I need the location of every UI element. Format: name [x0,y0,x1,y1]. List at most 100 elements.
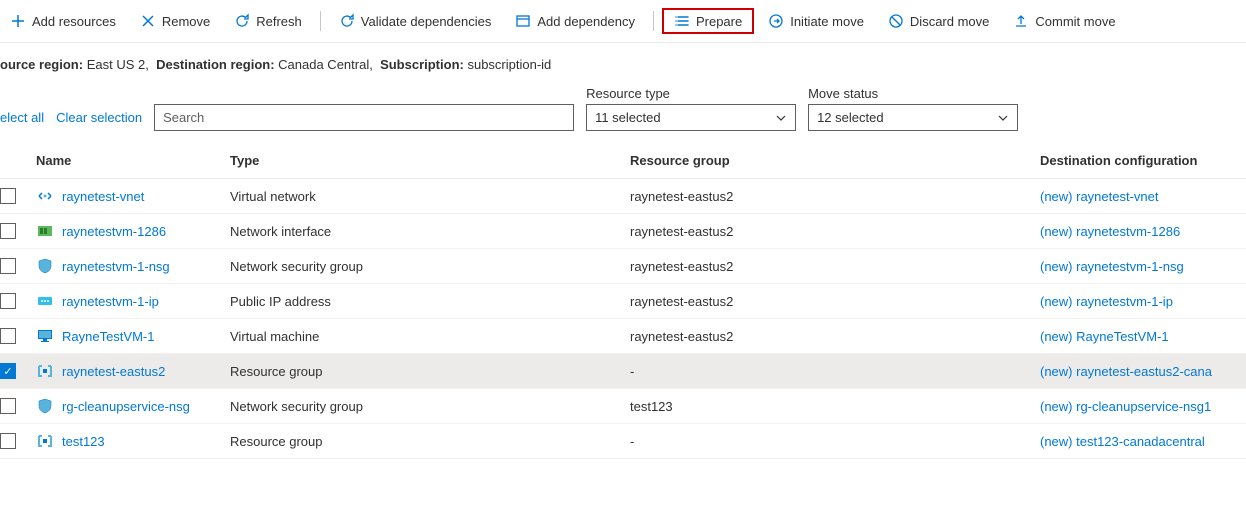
destination-link[interactable]: (new) raynetestvm-1-ip [1040,294,1173,309]
resource-type: Network security group [230,259,630,274]
prepare-label: Prepare [696,14,742,29]
add-dependency-button[interactable]: Add dependency [505,9,645,33]
add-resources-button[interactable]: Add resources [0,9,126,33]
validate-icon [339,13,355,29]
table-row[interactable]: raynetestvm-1-ip Public IP address rayne… [0,284,1246,319]
remove-label: Remove [162,14,210,29]
initiate-move-button[interactable]: Initiate move [758,9,874,33]
resource-type: Network interface [230,224,630,239]
resource-type: Virtual machine [230,329,630,344]
chevron-down-icon [997,112,1009,124]
table-row[interactable]: raynetestvm-1286 Network interface rayne… [0,214,1246,249]
row-checkbox[interactable] [0,188,16,204]
select-all-link[interactable]: elect all [0,110,44,131]
header-dest[interactable]: Destination configuration [1040,153,1246,168]
vnet-icon [36,187,54,205]
rg-icon [36,362,54,380]
add-dependency-label: Add dependency [537,14,635,29]
resource-name-link[interactable]: test123 [62,434,105,449]
resource-name-link[interactable]: RayneTestVM-1 [62,329,154,344]
clear-selection-link[interactable]: Clear selection [56,110,142,131]
x-icon [140,13,156,29]
refresh-button[interactable]: Refresh [224,9,312,33]
dependency-icon [515,13,531,29]
commit-move-button[interactable]: Commit move [1003,9,1125,33]
discard-icon [888,13,904,29]
table-body: raynetest-vnet Virtual network raynetest… [0,179,1246,459]
resource-group: raynetest-eastus2 [630,259,1040,274]
nsg-icon [36,257,54,275]
destination-link[interactable]: (new) raynetestvm-1286 [1040,224,1180,239]
row-checkbox[interactable] [0,433,16,449]
upload-icon [1013,13,1029,29]
resource-type-dropdown[interactable]: 11 selected [586,104,796,131]
destination-link[interactable]: (new) raynetest-eastus2-cana [1040,364,1212,379]
row-checkbox[interactable] [0,293,16,309]
resource-name-link[interactable]: raynetestvm-1-ip [62,294,159,309]
resource-type-value: 11 selected [595,110,661,125]
resource-name-link[interactable]: raynetestvm-1-nsg [62,259,170,274]
destination-link[interactable]: (new) test123-canadacentral [1040,434,1205,449]
source-region-value: East US 2, [87,57,149,72]
resource-type: Network security group [230,399,630,414]
destination-link[interactable]: (new) RayneTestVM-1 [1040,329,1169,344]
discard-move-button[interactable]: Discard move [878,9,999,33]
row-checkbox[interactable] [0,398,16,414]
toolbar-divider [653,11,654,31]
row-checkbox[interactable] [0,363,16,379]
destination-link[interactable]: (new) rg-cleanupservice-nsg1 [1040,399,1211,414]
resource-name-link[interactable]: raynetestvm-1286 [62,224,166,239]
resource-group: - [630,364,1040,379]
table-row[interactable]: raynetest-eastus2 Resource group - (new)… [0,354,1246,389]
prepare-button[interactable]: Prepare [662,8,754,34]
resource-type: Virtual network [230,189,630,204]
nic-icon [36,222,54,240]
row-checkbox[interactable] [0,328,16,344]
chevron-down-icon [775,112,787,124]
source-region-label: ource region: [0,57,83,72]
resource-type-label: Resource type [586,86,796,101]
validate-label: Validate dependencies [361,14,492,29]
arrow-right-circle-icon [768,13,784,29]
row-checkbox[interactable] [0,223,16,239]
destination-link[interactable]: (new) raynetestvm-1-nsg [1040,259,1184,274]
resource-type: Public IP address [230,294,630,309]
table-row[interactable]: RayneTestVM-1 Virtual machine raynetest-… [0,319,1246,354]
header-rg[interactable]: Resource group [630,153,1040,168]
table-row[interactable]: raynetestvm-1-nsg Network security group… [0,249,1246,284]
destination-link[interactable]: (new) raynetest-vnet [1040,189,1159,204]
commit-move-label: Commit move [1035,14,1115,29]
move-status-label: Move status [808,86,1018,101]
list-icon [674,13,690,29]
add-resources-label: Add resources [32,14,116,29]
resource-name-link[interactable]: rg-cleanupservice-nsg [62,399,190,414]
row-checkbox[interactable] [0,258,16,274]
table-header: Name Type Resource group Destination con… [0,143,1246,179]
resource-name-link[interactable]: raynetest-vnet [62,189,144,204]
dest-region-label: Destination region: [156,57,274,72]
table-row[interactable]: rg-cleanupservice-nsg Network security g… [0,389,1246,424]
validate-button[interactable]: Validate dependencies [329,9,502,33]
toolbar-divider [320,11,321,31]
resource-name-link[interactable]: raynetest-eastus2 [62,364,165,379]
subscription-value: subscription-id [467,57,551,72]
resource-group: raynetest-eastus2 [630,224,1040,239]
table-row[interactable]: raynetest-vnet Virtual network raynetest… [0,179,1246,214]
dest-region-value: Canada Central, [278,57,373,72]
discard-move-label: Discard move [910,14,989,29]
search-input[interactable] [154,104,574,131]
resource-group: test123 [630,399,1040,414]
remove-button[interactable]: Remove [130,9,220,33]
resource-group: raynetest-eastus2 [630,294,1040,309]
initiate-move-label: Initiate move [790,14,864,29]
move-status-value: 12 selected [817,110,884,125]
header-name[interactable]: Name [30,153,230,168]
filters-bar: elect all Clear selection Resource type … [0,86,1246,143]
rg-icon [36,432,54,450]
move-status-dropdown[interactable]: 12 selected [808,104,1018,131]
table-row[interactable]: test123 Resource group - (new) test123-c… [0,424,1246,459]
subscription-label: Subscription: [380,57,464,72]
resource-group: raynetest-eastus2 [630,329,1040,344]
header-type[interactable]: Type [230,153,630,168]
resource-group: raynetest-eastus2 [630,189,1040,204]
